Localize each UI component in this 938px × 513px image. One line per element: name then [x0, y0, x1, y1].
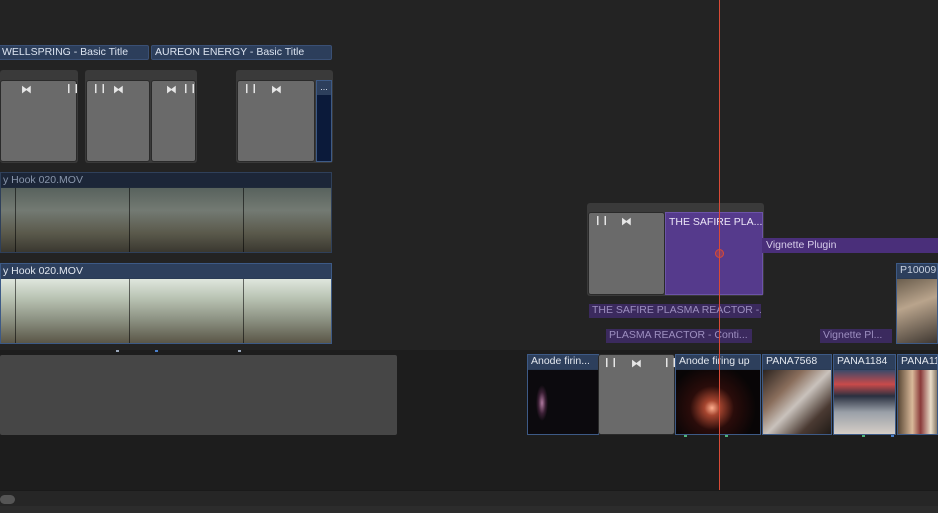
primary-clip-pana1184[interactable]: PANA1184 — [833, 354, 896, 435]
marker[interactable] — [891, 435, 894, 437]
pause-icon: ❙❙ — [65, 84, 81, 94]
clip-thumbnail — [897, 279, 937, 343]
clip-label: y Hook 020.MOV — [1, 173, 331, 187]
transition-block[interactable]: ❙❙ ⧓ ❙❙ — [598, 354, 678, 435]
gap-clip-group[interactable]: ❙❙ ⧓ THE SAFIRE PLA... — [587, 203, 764, 296]
clip-thumbnail — [763, 370, 831, 434]
vignette-plugin-bar[interactable]: Vignette Plugin — [762, 238, 938, 253]
title-clip-wellspring[interactable]: WELLSPRING - Basic Title — [0, 45, 149, 60]
title-clip-label: AUREON ENERGY - Basic Title — [155, 46, 305, 58]
transition-icon: ⧓ — [166, 83, 177, 96]
safire-subtitle-bar[interactable]: THE SAFIRE PLASMA REACTOR -... — [589, 304, 761, 318]
gap-clip-group[interactable]: ❙❙ ⧓ ... — [236, 70, 333, 163]
pause-icon: ❙❙ — [243, 84, 259, 94]
transition-icon: ⧓ — [621, 215, 632, 228]
marker[interactable] — [725, 435, 728, 437]
vignette-subtitle-bar[interactable]: Vignette Pl... — [820, 329, 892, 343]
primary-clip-anode-1[interactable]: Anode firin... — [527, 354, 599, 435]
playhead-knob[interactable] — [715, 249, 724, 258]
clip-label: Anode firing up — [676, 355, 760, 369]
ellipsis-label: ... — [317, 81, 331, 95]
clip-label: PLASMA REACTOR - Conti... — [609, 329, 748, 341]
connected-clip-p1000[interactable]: P10009 — [896, 263, 938, 344]
connected-clip-row2[interactable]: y Hook 020.MOV — [0, 263, 332, 344]
pause-icon: ❙❙ — [182, 84, 198, 94]
clip-label: P10009 — [897, 264, 937, 278]
clip-label: Anode firin... — [528, 355, 598, 369]
transition-icon: ⧓ — [113, 83, 124, 96]
transition-icon: ⧓ — [631, 357, 642, 370]
clip-label: PANA1184 — [834, 355, 895, 369]
marker[interactable] — [155, 350, 158, 352]
marker[interactable] — [238, 350, 241, 352]
gap-clip-primary[interactable] — [0, 355, 397, 435]
primary-clip-pana11[interactable]: PANA11 — [897, 354, 938, 435]
clip-label: Vignette Pl... — [823, 329, 883, 341]
marker[interactable] — [116, 350, 119, 352]
clip-thumbnail — [528, 370, 598, 434]
clip-label: Vignette Plugin — [766, 239, 837, 251]
transition-icon: ⧓ — [271, 83, 282, 96]
clip-label: PANA7568 — [763, 355, 831, 369]
primary-clip-pana7568[interactable]: PANA7568 — [762, 354, 832, 435]
gap-clip[interactable]: ❙❙ ⧓ — [237, 80, 315, 162]
gap-clip[interactable]: ⧓ ❙❙ — [151, 80, 198, 162]
title-clip-label: WELLSPRING - Basic Title — [2, 46, 129, 58]
marker[interactable] — [862, 435, 865, 437]
clip-label: PANA11 — [898, 355, 937, 369]
pause-icon: ❙❙ — [594, 216, 610, 226]
clip-label: THE SAFIRE PLASMA REACTOR -... — [592, 304, 761, 316]
clip-label: y Hook 020.MOV — [1, 264, 331, 278]
title-clip-sliver[interactable]: ... — [316, 80, 332, 162]
playhead[interactable] — [719, 0, 720, 492]
filmstrip-thumbnails — [1, 188, 331, 252]
pause-icon: ❙❙ — [92, 84, 108, 94]
primary-clip-anode-2[interactable]: Anode firing up — [675, 354, 761, 435]
gap-clip[interactable]: ❙❙ ⧓ — [86, 80, 150, 162]
clip-thumbnail — [898, 370, 937, 434]
connected-clip-row1[interactable]: y Hook 020.MOV — [0, 172, 332, 253]
clip-label: THE SAFIRE PLA... — [669, 216, 762, 228]
horizontal-scroll-thumb[interactable] — [0, 495, 15, 504]
gap-clip[interactable]: ⧓ ❙❙ — [0, 80, 81, 162]
clip-thumbnail — [834, 370, 895, 434]
transition-icon: ⧓ — [21, 83, 32, 96]
gap-clip[interactable]: ❙❙ ⧓ — [588, 212, 665, 295]
marker[interactable] — [684, 435, 687, 437]
pause-icon: ❙❙ — [603, 358, 619, 368]
gap-clip-group[interactable]: ❙❙ ⧓ ⧓ ❙❙ — [85, 70, 197, 163]
title-clip-aureon[interactable]: AUREON ENERGY - Basic Title — [151, 45, 332, 60]
filmstrip-thumbnails — [1, 279, 331, 343]
timeline-area[interactable]: WELLSPRING - Basic Title AUREON ENERGY -… — [0, 0, 938, 513]
safire-effect-clip[interactable]: THE SAFIRE PLA... — [665, 212, 763, 295]
plasma-subtitle-bar[interactable]: PLASMA REACTOR - Conti... — [606, 329, 752, 343]
gap-clip-group[interactable]: ⧓ ❙❙ — [0, 70, 81, 163]
timeline-bottom-edge — [0, 506, 938, 513]
